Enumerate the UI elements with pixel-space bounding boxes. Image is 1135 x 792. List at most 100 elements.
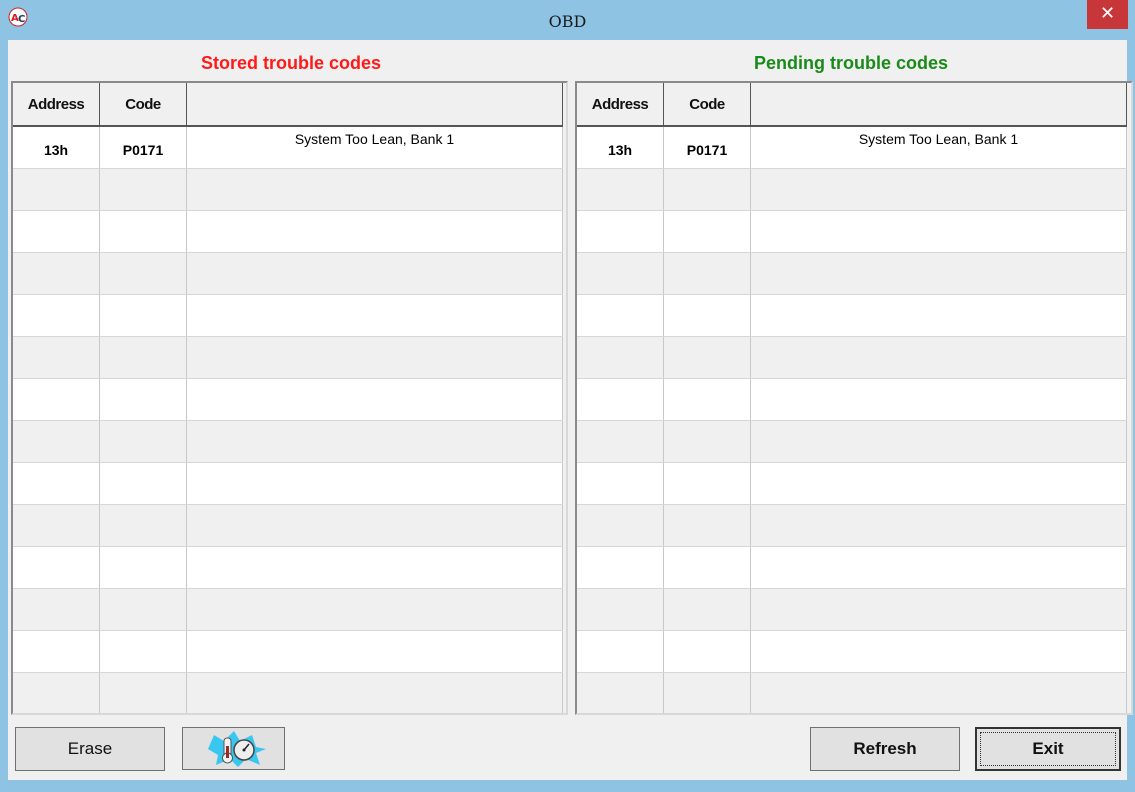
description-cell [751, 379, 1127, 420]
description-cell [187, 169, 563, 210]
code-cell [100, 295, 187, 336]
table-row[interactable] [577, 337, 1127, 379]
pending-codes-table[interactable]: Address Code 13h P0171 System Too Lean, Ba… [575, 81, 1133, 715]
address-cell [577, 211, 664, 252]
table-header: Address Code [577, 83, 1127, 127]
table-row[interactable] [577, 673, 1127, 713]
description-cell [751, 337, 1127, 378]
code-cell [664, 463, 751, 504]
code-cell [664, 589, 751, 630]
table-row[interactable] [577, 547, 1127, 589]
table-row[interactable]: 13h P0171 System Too Lean, Bank 1 [577, 127, 1127, 169]
code-cell [100, 589, 187, 630]
address-cell [13, 421, 100, 462]
table-header: Address Code [13, 83, 563, 127]
description-cell [751, 673, 1127, 713]
table-row[interactable] [13, 211, 563, 253]
code-cell [100, 547, 187, 588]
code-cell [100, 211, 187, 252]
description-cell [751, 631, 1127, 672]
code-cell [100, 673, 187, 713]
obd-window: A C OBD ✕ Stored trouble codes Pending t… [0, 0, 1135, 792]
table-row[interactable] [13, 337, 563, 379]
address-cell [13, 547, 100, 588]
table-row[interactable] [577, 379, 1127, 421]
address-cell [577, 631, 664, 672]
address-cell [577, 421, 664, 462]
focus-rect [980, 732, 1116, 766]
address-cell [577, 337, 664, 378]
window-title: OBD [548, 12, 587, 31]
address-cell [577, 547, 664, 588]
address-cell [13, 295, 100, 336]
address-cell [13, 631, 100, 672]
table-row[interactable] [13, 463, 563, 505]
description-cell [751, 589, 1127, 630]
code-cell [664, 547, 751, 588]
client-area: Stored trouble codes Pending trouble cod… [8, 40, 1133, 780]
address-cell [13, 379, 100, 420]
table-row[interactable] [13, 505, 563, 547]
table-row[interactable]: 13h P0171 System Too Lean, Bank 1 [13, 127, 563, 169]
column-header-code[interactable]: Code [100, 83, 187, 125]
code-cell [100, 505, 187, 546]
address-cell [577, 463, 664, 504]
table-row[interactable] [577, 505, 1127, 547]
description-cell [187, 505, 563, 546]
address-cell [13, 169, 100, 210]
title-bar: A C OBD ✕ [0, 0, 1135, 40]
stored-codes-table[interactable]: Address Code 13h P0171 System Too Lean, Ba… [11, 81, 568, 715]
description-cell [187, 211, 563, 252]
description-cell [751, 211, 1127, 252]
table-row[interactable] [13, 631, 563, 673]
description-cell [187, 547, 563, 588]
table-row[interactable] [577, 169, 1127, 211]
gauge-button[interactable] [182, 727, 285, 770]
column-header-address[interactable]: Address [13, 83, 100, 125]
description-cell [187, 421, 563, 462]
table-row[interactable] [13, 379, 563, 421]
address-cell [577, 169, 664, 210]
address-cell [577, 673, 664, 713]
description-cell [187, 673, 563, 713]
table-row[interactable] [577, 295, 1127, 337]
address-cell: 13h [13, 127, 100, 168]
table-row[interactable] [13, 421, 563, 463]
description-cell [751, 169, 1127, 210]
column-header-address[interactable]: Address [577, 83, 664, 125]
column-header-description[interactable] [751, 83, 1127, 125]
table-row[interactable] [13, 673, 563, 713]
code-cell [664, 295, 751, 336]
table-row[interactable] [13, 253, 563, 295]
table-row[interactable] [13, 295, 563, 337]
exit-button[interactable]: Exit [975, 727, 1121, 771]
close-button[interactable]: ✕ [1087, 0, 1128, 29]
code-cell [664, 631, 751, 672]
thermometer-gauge-icon [207, 730, 266, 767]
address-cell [13, 211, 100, 252]
table-row[interactable] [577, 589, 1127, 631]
table-row[interactable] [577, 253, 1127, 295]
table-row[interactable] [577, 421, 1127, 463]
table-row[interactable] [577, 631, 1127, 673]
erase-button[interactable]: Erase [15, 727, 165, 771]
table-row[interactable] [577, 463, 1127, 505]
code-cell [664, 253, 751, 294]
code-cell [100, 463, 187, 504]
address-cell [577, 253, 664, 294]
table-row[interactable] [13, 547, 563, 589]
description-cell: System Too Lean, Bank 1 [751, 127, 1127, 168]
description-cell [751, 505, 1127, 546]
table-row[interactable] [13, 169, 563, 211]
table-row[interactable] [13, 589, 563, 631]
column-header-code[interactable]: Code [664, 83, 751, 125]
address-cell [13, 337, 100, 378]
column-header-description[interactable] [187, 83, 563, 125]
stored-codes-title: Stored trouble codes [200, 53, 382, 73]
table-row[interactable] [577, 211, 1127, 253]
refresh-button[interactable]: Refresh [810, 727, 960, 771]
description-cell [187, 463, 563, 504]
address-cell [577, 505, 664, 546]
description-cell [751, 253, 1127, 294]
code-cell: P0171 [664, 127, 751, 168]
